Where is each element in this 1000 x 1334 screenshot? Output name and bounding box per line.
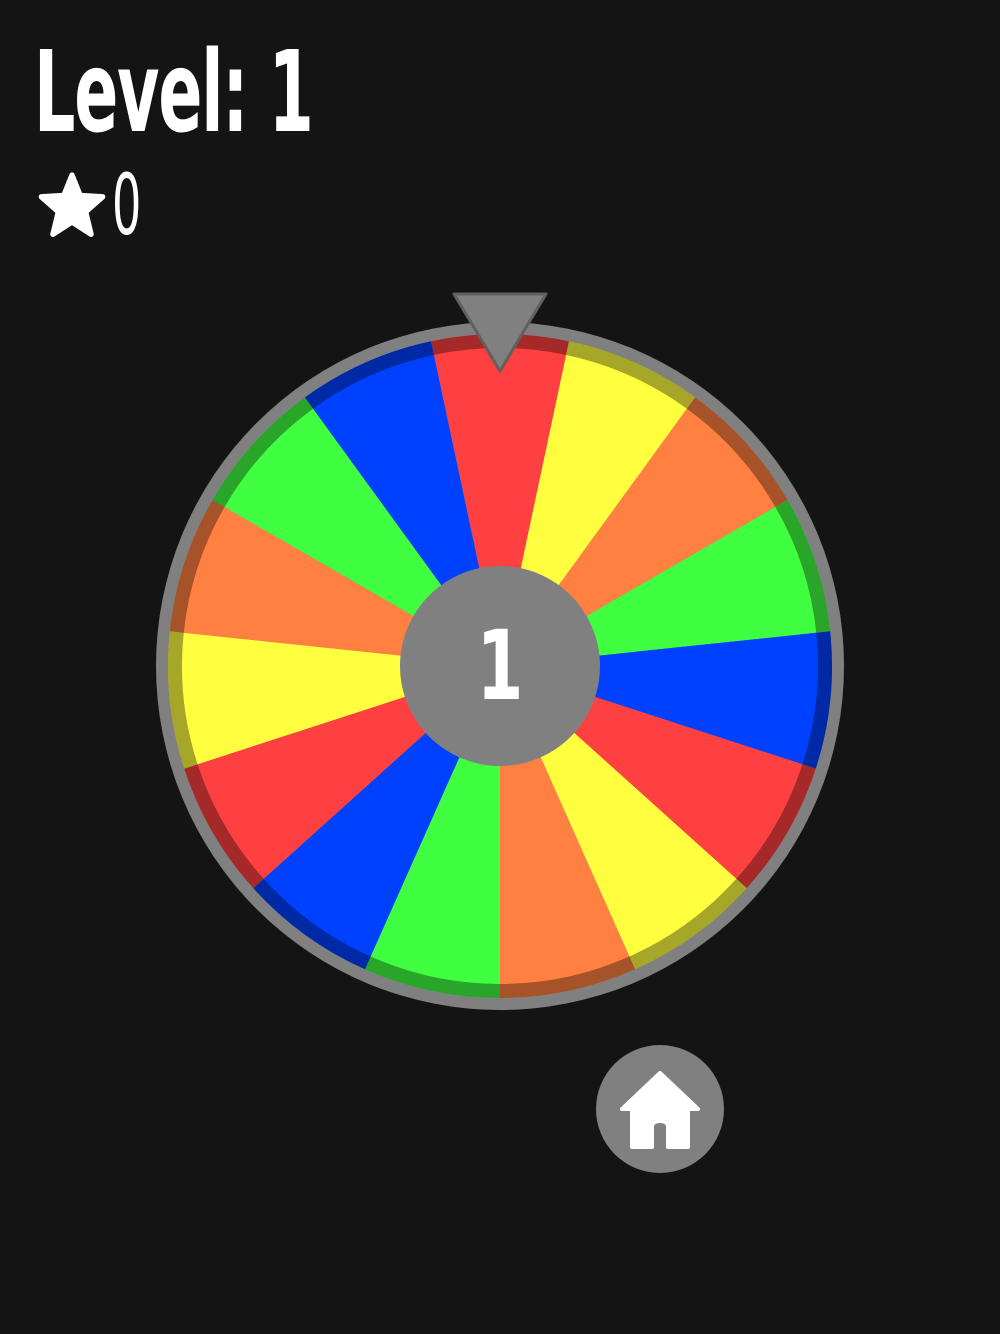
- color-wheel[interactable]: 1: [150, 286, 850, 1016]
- wheel-hub[interactable]: [400, 566, 600, 766]
- star-icon: [38, 172, 106, 237]
- wheel-graphic[interactable]: [150, 286, 850, 1016]
- home-button[interactable]: [596, 1045, 724, 1173]
- home-icon: [620, 1071, 700, 1149]
- score-display: 0: [38, 156, 165, 254]
- score-value: 0: [112, 156, 142, 254]
- level-label: Level: 1: [34, 28, 314, 158]
